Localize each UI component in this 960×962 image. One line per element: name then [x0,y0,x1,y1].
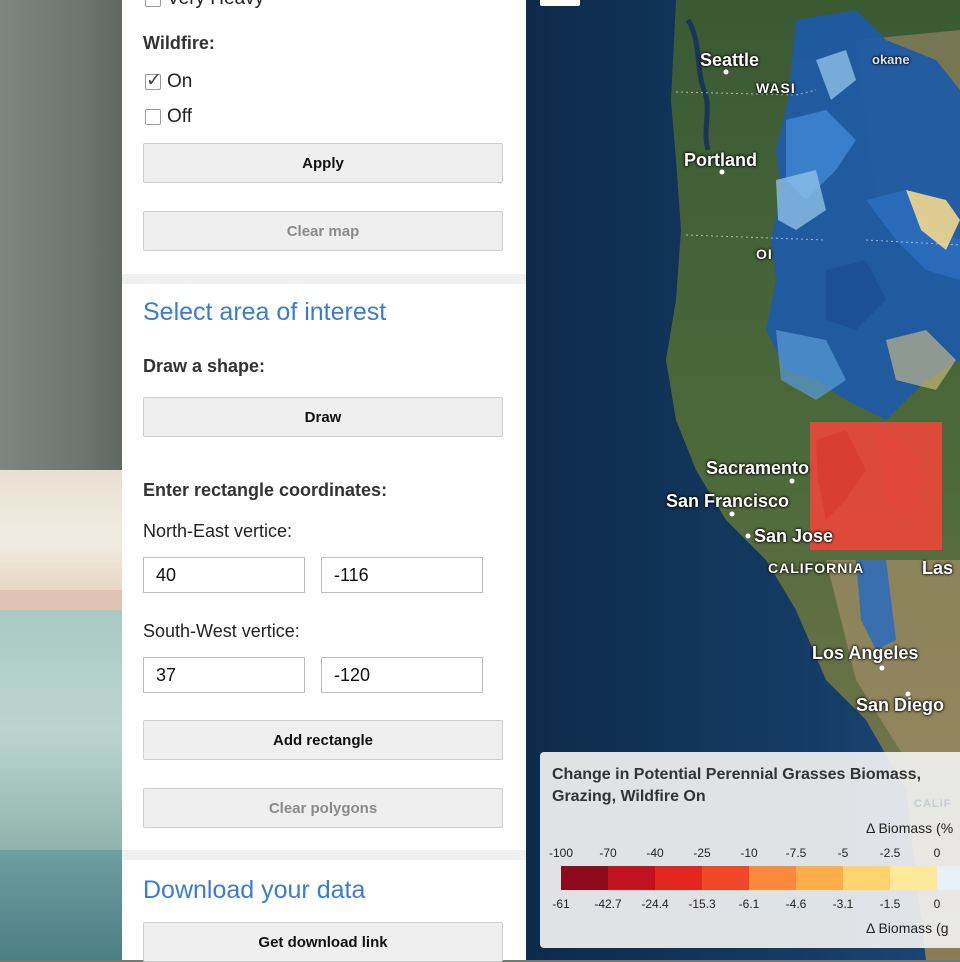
checkbox-icon[interactable] [145,109,161,125]
legend-tick-bottom: -4.6 [785,897,807,911]
legend-swatch [796,866,843,890]
legend-swatch [843,866,890,890]
legend-tick-top: 0 [933,846,941,860]
legend-unit-grams: Δ Biomass (g [866,920,949,936]
map-label-portland: Portland [684,150,758,170]
ne-lat-input[interactable] [143,557,305,593]
legend-tick-bottom: -24.4 [641,897,669,911]
legend-tick-top: -25 [693,846,711,860]
download-heading: Download your data [143,876,366,904]
legend-tick-bottom: -15.3 [688,897,716,911]
get-download-link-button[interactable]: Get download link [143,922,503,962]
legend-swatch [655,866,702,890]
clear-polygons-button[interactable]: Clear polygons [143,788,503,828]
legend-swatch [561,866,608,890]
option-label: Off [167,106,192,127]
map-label-spokane: okane [872,52,910,67]
legend-swatch [702,866,749,890]
legend-swatch [937,866,960,890]
draw-shape-label: Draw a shape: [143,356,266,376]
aoi-heading: Select area of interest [143,298,387,326]
map-legend: Change in Potential Perennial Grasses Bi… [540,752,960,948]
ne-lon-input[interactable] [321,557,483,593]
wildfire-option-on[interactable]: On [145,69,193,93]
legend-tick-bottom: -6.1 [738,897,760,911]
map-label-washington: WASI [756,80,796,96]
legend-tick-top: -2.5 [879,846,901,860]
map-label-san-diego: San Diego [856,695,945,715]
legend-tick-top: -10 [740,846,758,860]
legend-swatch [890,866,937,890]
map-label-oregon: OI [756,246,773,262]
legend-swatch [749,866,796,890]
ne-vertice-label: North-East vertice: [143,521,293,541]
legend-tick-top: -40 [646,846,664,860]
apply-button[interactable]: Apply [143,143,503,183]
map-label-los-angeles: Los Angeles [812,643,919,663]
legend-tick-bottom: 0 [933,897,941,911]
coords-label: Enter rectangle coordinates: [143,480,388,500]
map-label-las-vegas: Las [922,558,954,578]
legend-swatch [608,866,655,890]
checkbox-checked-icon[interactable] [145,69,162,92]
draw-button[interactable]: Draw [143,397,503,437]
option-very-heavy[interactable]: Very Heavy [145,0,264,10]
legend-tick-bottom: -61 [552,897,570,911]
wildfire-option-off[interactable]: Off [145,106,192,128]
legend-tick-bottom: -42.7 [594,897,622,911]
legend-tick-top: -7.5 [785,846,807,860]
wildfire-label: Wildfire: [143,33,215,53]
add-rectangle-button[interactable]: Add rectangle [143,720,503,760]
legend-tick-bottom: -3.1 [832,897,854,911]
checkbox-icon[interactable] [145,0,161,7]
map-label-san-francisco: San Francisco [666,491,790,511]
legend-unit-percent: Δ Biomass (% [866,820,954,836]
sw-vertice-label: South-West vertice: [143,621,300,641]
map-label-seattle: Seattle [700,50,760,70]
map-label-california: CALIFORNIA [768,560,865,576]
option-label: On [167,71,193,92]
control-panel: Very Heavy Wildfire: On Off Apply Clear … [122,0,526,962]
map-label-sacramento: Sacramento [706,458,810,478]
section-divider [122,274,526,284]
map-label-california-faint: CALIF [914,798,952,810]
legend-tick-bottom: -1.5 [879,897,901,911]
legend-tick-top: -5 [837,846,849,860]
legend-tick-top: -70 [599,846,617,860]
section-divider [122,850,526,860]
background-image [0,0,122,960]
sw-lon-input[interactable] [321,657,483,693]
map-label-san-jose: San Jose [754,526,834,546]
sw-lat-input[interactable] [143,657,305,693]
zoom-control[interactable] [540,0,580,6]
legend-tick-top: -100 [548,846,574,860]
clear-map-button[interactable]: Clear map [143,211,503,251]
legend-title: Change in Potential Perennial Grasses Bi… [552,766,922,805]
option-label: Very Heavy [167,0,264,10]
